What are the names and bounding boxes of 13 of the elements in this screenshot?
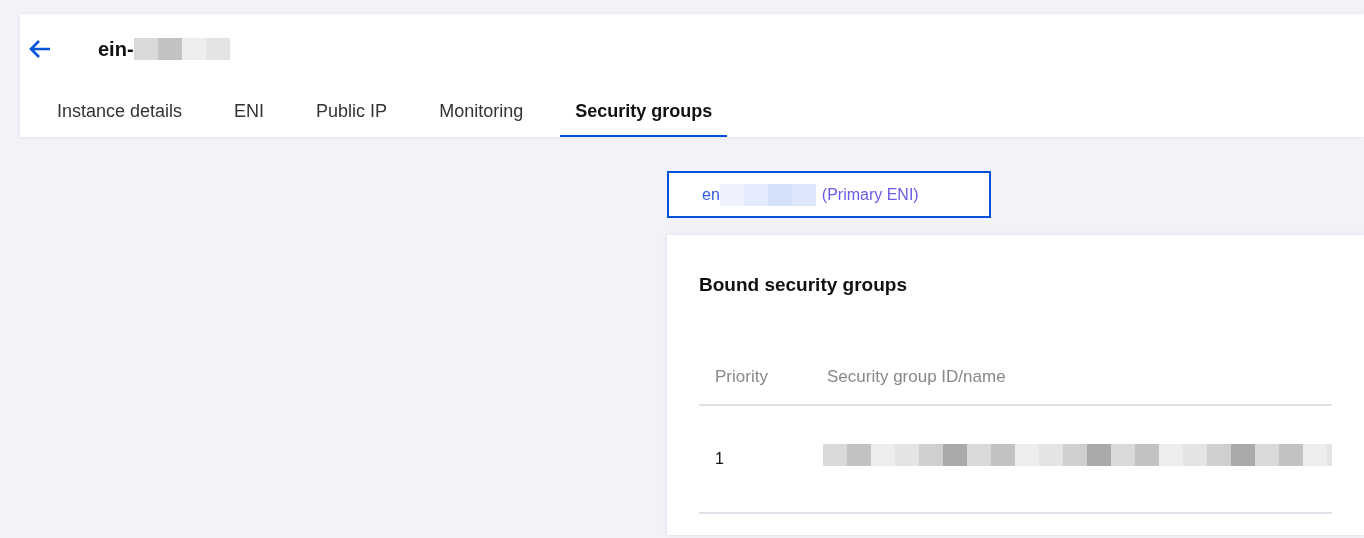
- eni-selector-button[interactable]: en (Primary ENI): [667, 171, 991, 218]
- tab[interactable]: Public IP: [301, 98, 403, 137]
- table-cell-text: 1: [714, 448, 725, 469]
- eni-label: (Primary ENI): [821, 184, 919, 205]
- card-title: Bound security groups: [699, 273, 908, 297]
- tab[interactable]: Security groups: [560, 98, 728, 137]
- tab[interactable]: Monitoring: [424, 98, 539, 137]
- tab[interactable]: ENI: [219, 98, 280, 137]
- column-header: Security group ID/name: [827, 365, 1006, 388]
- eni-prefix: en: [702, 184, 720, 205]
- tab[interactable]: Instance details: [42, 98, 198, 137]
- page-title: ein-: [98, 37, 134, 62]
- column-header: Priority: [714, 365, 769, 388]
